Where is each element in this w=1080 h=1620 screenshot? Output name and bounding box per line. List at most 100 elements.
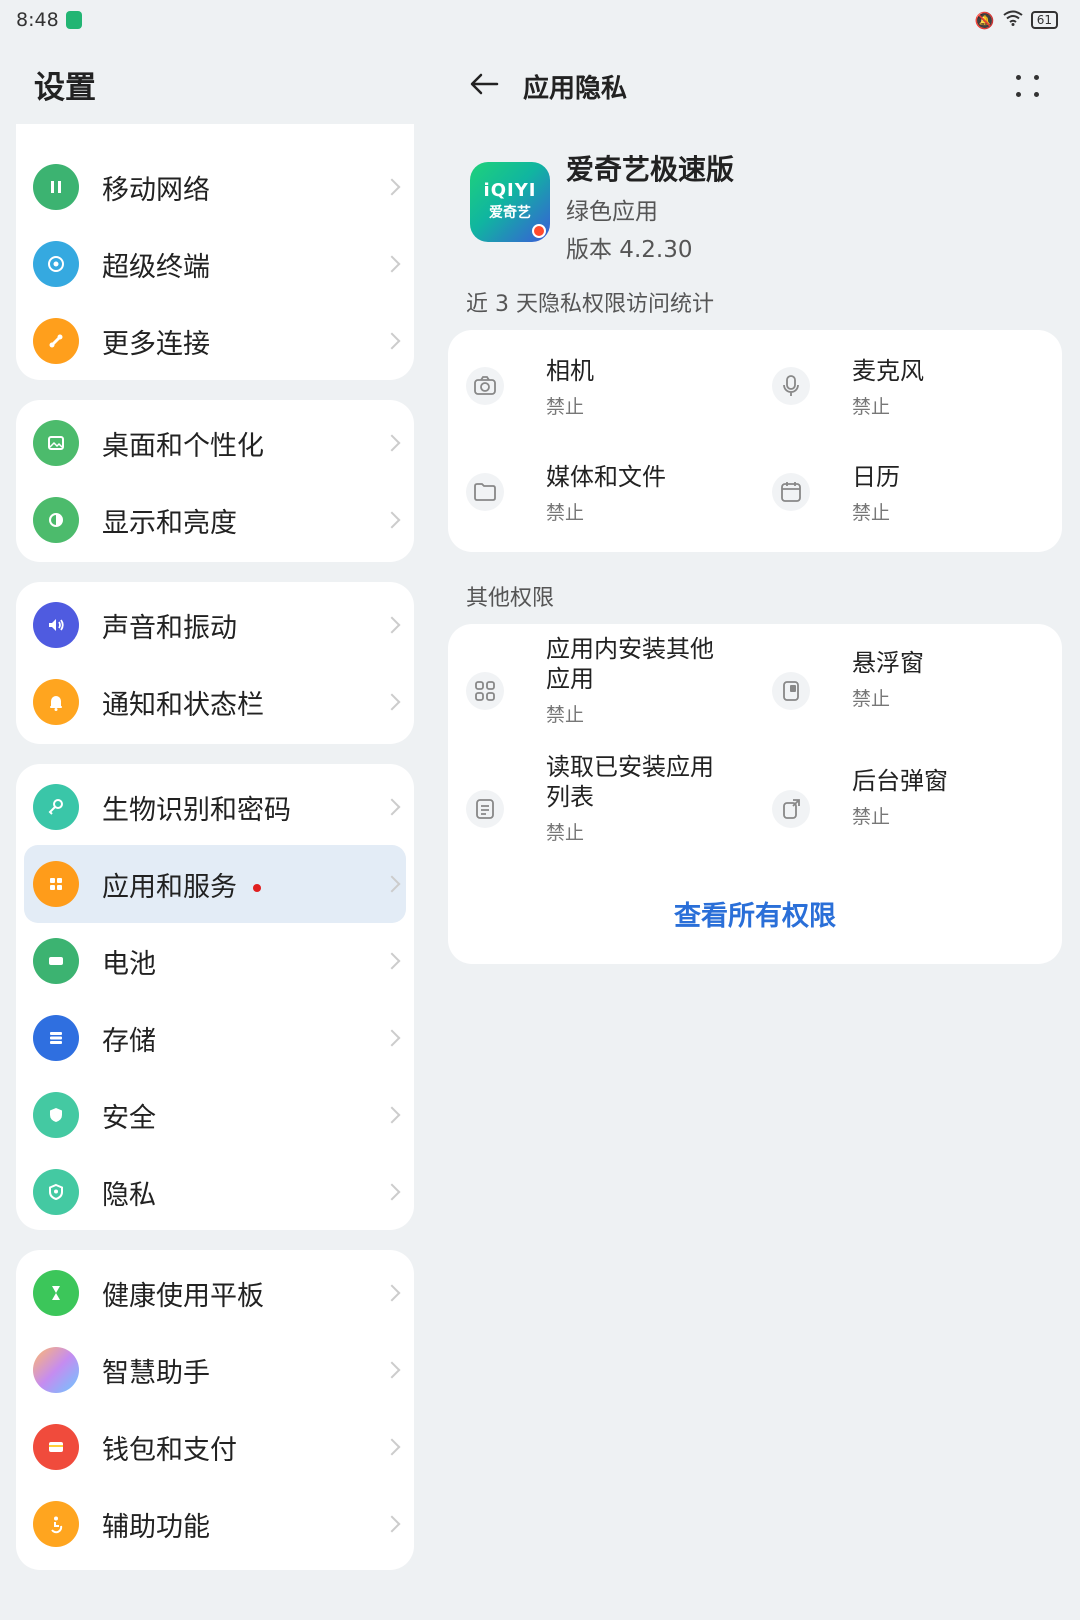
permission-status: 禁止	[852, 396, 891, 418]
settings-item-smart-assistant[interactable]: 智慧助手	[16, 1331, 414, 1409]
mute-icon: 🔕	[974, 10, 995, 30]
settings-item-label: 健康使用平板	[102, 1280, 264, 1312]
camera-icon	[466, 367, 504, 405]
chevron-right-icon	[383, 511, 401, 529]
permission-title: 后台弹窗	[852, 767, 948, 795]
battery-indicator: 61	[1030, 11, 1058, 29]
more-connections-icon	[33, 318, 79, 364]
chevron-right-icon	[383, 875, 401, 893]
settings-item-storage[interactable]: 存储	[16, 999, 414, 1077]
calendar-icon	[772, 473, 810, 511]
permission-title-line2: 应用	[546, 665, 594, 693]
settings-card-connectivity: 移动网络 超级终端 更多连接	[16, 124, 414, 380]
settings-list[interactable]: 移动网络 超级终端 更多连接 桌面和个性化 显示和亮度 声音和振动 通知和状态栏…	[16, 124, 414, 1620]
permission-install-apps[interactable]: 应用内安装其他 应用 禁止	[448, 634, 754, 752]
status-icons: 🔕 61	[975, 10, 1058, 30]
settings-item-battery[interactable]: 电池	[16, 922, 414, 1000]
privacy-shield-icon	[33, 1169, 79, 1215]
notification-app-icon	[66, 11, 82, 29]
view-all-permissions-link[interactable]: 查看所有权限	[448, 894, 1062, 933]
security-shield-icon	[33, 1092, 79, 1138]
settings-item-label: 智慧助手	[102, 1357, 210, 1389]
permission-status: 禁止	[546, 502, 585, 524]
apps-services-icon	[33, 861, 79, 907]
settings-item-display[interactable]: 显示和亮度	[16, 481, 414, 559]
app-logo: iQIYI 爱奇艺	[470, 162, 550, 242]
install-apps-icon	[466, 672, 504, 710]
settings-item-label: 超级终端	[102, 251, 210, 283]
settings-item-security[interactable]: 安全	[16, 1076, 414, 1154]
settings-card-personalization: 桌面和个性化 显示和亮度	[16, 400, 414, 562]
section-privacy-stats: 近 3 天隐私权限访问统计	[466, 292, 714, 317]
permission-title: 读取已安装应用	[546, 753, 714, 781]
folder-icon	[466, 473, 504, 511]
battery-icon	[33, 938, 79, 984]
settings-card-sound: 声音和振动 通知和状态栏	[16, 582, 414, 744]
apps-services-label: 应用和服务	[102, 871, 237, 903]
settings-item-privacy[interactable]: 隐私	[16, 1153, 414, 1231]
settings-item-label: 生物识别和密码	[102, 794, 291, 826]
settings-item-biometrics[interactable]: 生物识别和密码	[16, 768, 414, 846]
chevron-right-icon	[383, 952, 401, 970]
permission-camera[interactable]: 相机 禁止	[448, 330, 754, 436]
settings-item-label: 钱包和支付	[102, 1434, 237, 1466]
settings-item-desktop[interactable]: 桌面和个性化	[16, 404, 414, 482]
settings-item-super-terminal[interactable]: 超级终端	[16, 225, 414, 303]
section-other-permissions: 其他权限	[466, 586, 555, 611]
settings-card-system: 生物识别和密码 应用和服务 电池 存储 安全 隐私	[16, 764, 414, 1230]
sound-vibration-icon	[33, 602, 79, 648]
settings-item-notifications[interactable]: 通知和状态栏	[16, 663, 414, 741]
chevron-right-icon	[383, 1515, 401, 1533]
chevron-right-icon	[383, 178, 401, 196]
settings-item-apps-services[interactable]: 应用和服务	[24, 845, 406, 923]
chevron-right-icon	[383, 1106, 401, 1124]
permission-read-app-list[interactable]: 读取已安装应用 列表 禁止	[448, 752, 754, 870]
settings-item-healthy-usage[interactable]: 健康使用平板	[16, 1254, 414, 1332]
settings-item-label: 电池	[102, 948, 156, 980]
settings-item-mobile-network[interactable]: 移动网络	[16, 148, 414, 226]
privacy-permissions-card: 相机 禁止 麦克风 禁止 媒体和文件 禁止 日历 禁止	[448, 330, 1062, 552]
back-arrow-icon[interactable]	[466, 66, 502, 102]
settings-item-accessibility[interactable]: 辅助功能	[16, 1485, 414, 1563]
notification-bell-icon	[33, 679, 79, 725]
settings-item-label: 声音和振动	[102, 612, 237, 644]
app-version: 版本 4.2.30	[566, 237, 693, 263]
status-bar: 8:48 🔕 61	[0, 0, 1080, 46]
permission-title: 悬浮窗	[852, 649, 924, 677]
settings-item-label: 辅助功能	[102, 1511, 210, 1543]
settings-item-more-connections[interactable]: 更多连接	[16, 302, 414, 380]
settings-item-label: 显示和亮度	[102, 507, 237, 539]
permission-calendar[interactable]: 日历 禁止	[754, 436, 1062, 542]
permission-status: 禁止	[852, 502, 891, 524]
accessibility-icon	[33, 1501, 79, 1547]
permission-status: 禁止	[546, 822, 585, 844]
smart-assistant-icon	[33, 1347, 79, 1393]
hourglass-icon	[33, 1270, 79, 1316]
settings-item-label: 更多连接	[102, 328, 210, 360]
settings-item-wallet[interactable]: 钱包和支付	[16, 1408, 414, 1486]
settings-item-label: 通知和状态栏	[102, 689, 264, 721]
permission-floating-window[interactable]: 悬浮窗 禁止	[754, 634, 1062, 752]
app-logo-badge-icon	[532, 224, 546, 238]
biometric-key-icon	[33, 784, 79, 830]
settings-card-more: 健康使用平板 智慧助手 钱包和支付 辅助功能	[16, 1250, 414, 1570]
app-list-icon	[466, 790, 504, 828]
other-permissions-card: 应用内安装其他 应用 禁止 悬浮窗 禁止 读取已安装应用 列表 禁止 后台弹窗 …	[448, 624, 1062, 964]
settings-item-sound[interactable]: 声音和振动	[16, 586, 414, 664]
background-popup-icon	[772, 790, 810, 828]
app-tag: 绿色应用	[566, 199, 658, 225]
mobile-network-icon	[33, 164, 79, 210]
permission-background-popup[interactable]: 后台弹窗 禁止	[754, 752, 1062, 870]
permission-microphone[interactable]: 麦克风 禁止	[754, 330, 1062, 436]
status-time: 8:48	[16, 9, 59, 31]
permission-title: 应用内安装其他	[546, 635, 714, 663]
chevron-right-icon	[383, 798, 401, 816]
permission-status: 禁止	[852, 806, 891, 828]
more-options-icon[interactable]	[1010, 68, 1046, 104]
permission-title: 日历	[852, 463, 900, 491]
settings-item-label: 移动网络	[102, 174, 210, 206]
new-indicator-dot	[253, 884, 261, 892]
permission-media-files[interactable]: 媒体和文件 禁止	[448, 436, 754, 542]
permission-status: 禁止	[546, 704, 585, 726]
storage-icon	[33, 1015, 79, 1061]
